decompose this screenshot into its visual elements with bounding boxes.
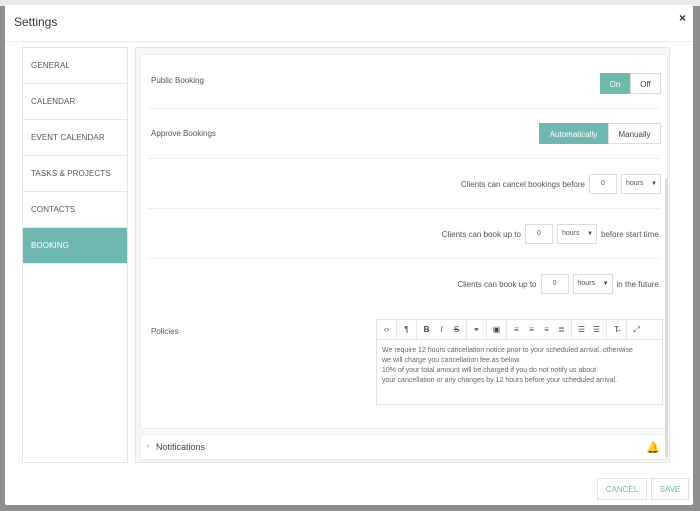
modal-title: Settings [14,15,58,29]
cancel-button[interactable]: CANCEL [597,478,647,500]
book-future-hours-input[interactable]: 0 [540,274,569,294]
clear-format-icon[interactable]: T̶ [609,325,624,334]
image-icon[interactable]: ▣ [489,325,504,334]
numbered-list-icon[interactable]: ☰ [589,325,604,334]
book-before-label: Clients can book up to [441,229,521,239]
approve-bookings-toggle: Automatically Manually [539,123,661,144]
save-button[interactable]: SAVE [651,478,689,500]
align-right-icon[interactable]: ≡ [539,325,554,334]
chevron-right-icon: › [147,443,150,450]
settings-modal: Settings × GENERAL CALENDAR EVENT CALEND… [5,5,693,505]
bullet-list-icon[interactable]: ☰ [574,325,589,334]
book-future-control: Clients can book up to 0 hours ▼ in the … [457,274,661,294]
chevron-down-icon: ▼ [651,181,657,187]
approve-bookings-row: Approve Bookings Automatically Manually [147,109,661,159]
book-future-label: Clients can book up to [457,279,537,289]
cancel-before-label: Clients can cancel bookings before [460,179,585,189]
book-before-control: Clients can book up to 0 hours ▼ before … [442,224,661,244]
settings-content: Public Booking On Off Approve Bookings A… [135,47,670,463]
policies-line: we will charge you cancellation fee as b… [382,357,521,364]
content-scrollbar[interactable] [665,178,668,458]
book-future-row: Clients can book up to 0 hours ▼ in the … [147,259,661,309]
chevron-down-icon: ▼ [587,231,593,237]
sidebar-item-booking[interactable]: BOOKING [23,228,127,264]
book-before-hours-input[interactable]: 0 [524,224,553,244]
sidebar-item-event-calendar[interactable]: EVENT CALENDAR [23,120,127,156]
italic-icon[interactable]: I [434,325,449,334]
paragraph-icon[interactable]: ¶ [399,325,414,334]
public-booking-toggle: On Off [600,73,661,94]
public-booking-row: Public Booking On Off [147,55,661,109]
book-future-unit-select[interactable]: hours ▼ [572,274,613,294]
cancel-unit-select[interactable]: hours ▼ [621,174,661,194]
settings-sidebar: GENERAL CALENDAR EVENT CALENDAR TASKS & … [22,47,128,463]
book-future-unit-value: hours [577,280,596,287]
booking-panel: Public Booking On Off Approve Bookings A… [140,54,668,429]
book-future-suffix: in the future. [616,279,661,289]
align-left-icon[interactable]: ≡ [509,325,524,334]
sidebar-item-calendar[interactable]: CALENDAR [23,84,127,120]
header-divider [5,41,693,42]
book-before-unit-select[interactable]: hours ▼ [556,224,597,244]
link-icon[interactable]: ⚭ [469,325,484,334]
book-before-unit-value: hours [561,230,580,237]
editor-toolbar: ‹› ¶ B I S ⚭ ▣ ≡ ≡ ≡ ≣ ☰ ☰ T̶ ⤢ [377,319,662,340]
book-before-row: Clients can book up to 0 hours ▼ before … [147,209,661,259]
fullscreen-icon[interactable]: ⤢ [629,325,644,335]
sidebar-item-general[interactable]: GENERAL [23,48,127,84]
public-booking-off-button[interactable]: Off [630,73,661,94]
bold-icon[interactable]: B [419,325,434,334]
chevron-down-icon: ▼ [602,281,609,287]
strikethrough-icon[interactable]: S [449,325,464,334]
public-booking-on-button[interactable]: On [600,73,630,94]
cancel-before-row: Clients can cancel bookings before 0 hou… [147,159,661,209]
approve-manually-button[interactable]: Manually [608,123,661,144]
public-booking-label: Public Booking [151,76,204,85]
cancel-before-control: Clients can cancel bookings before 0 hou… [461,174,661,194]
approve-automatically-button[interactable]: Automatically [539,123,608,144]
policies-label: Policies [151,327,179,336]
policies-line: your cancellation or any changes by 12 h… [382,377,618,384]
code-icon[interactable]: ‹› [379,325,394,334]
bell-icon: 🔔 [646,442,660,454]
sidebar-item-tasks-projects[interactable]: TASKS & PROJECTS [23,156,127,192]
sidebar-item-contacts[interactable]: CONTACTS [23,192,127,228]
approve-bookings-label: Approve Bookings [151,129,216,138]
cancel-unit-value: hours [626,180,644,187]
policies-text[interactable]: We require 12 hours cancellation notice … [377,340,662,392]
notifications-section[interactable]: › Notifications 🔔 [140,434,668,460]
policies-line: We require 12 hours cancellation notice … [382,347,633,354]
align-center-icon[interactable]: ≡ [524,325,539,334]
book-before-suffix: before start time. [600,229,661,239]
cancel-hours-input[interactable]: 0 [589,174,617,194]
policies-editor: ‹› ¶ B I S ⚭ ▣ ≡ ≡ ≡ ≣ ☰ ☰ T̶ ⤢ We requi… [376,319,663,405]
policies-line: 10% of your total amount will be charged… [382,367,597,374]
align-justify-icon[interactable]: ≣ [554,325,569,334]
close-icon[interactable]: × [679,11,686,25]
notifications-label: Notifications [156,442,206,452]
